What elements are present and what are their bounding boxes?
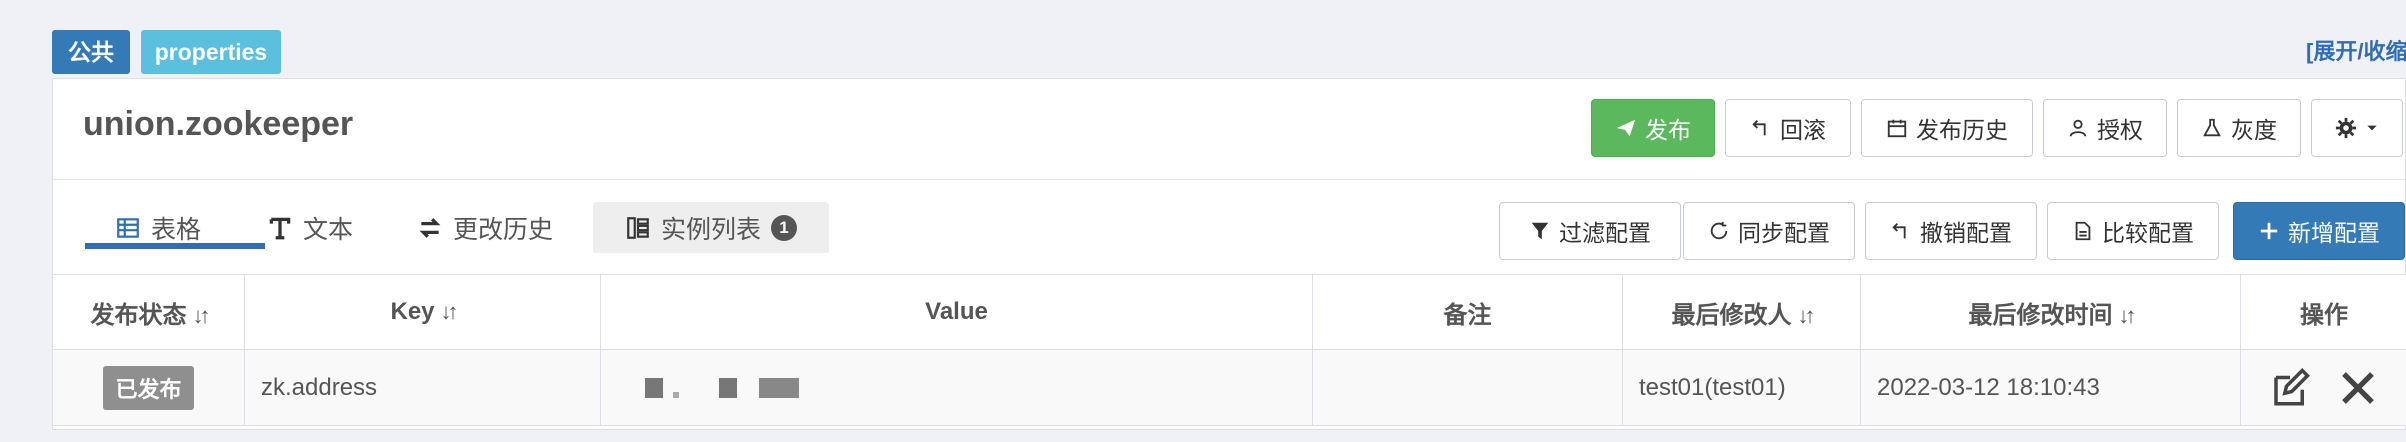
edit-icon[interactable] [2269, 367, 2311, 409]
ops-cell [2240, 349, 2406, 426]
sort-icon: ↓↑ [192, 302, 211, 328]
status-badge: 已发布 [103, 365, 194, 410]
gray-release-button[interactable]: 灰度 [2177, 99, 2301, 157]
sort-icon: ↓↑ [1797, 302, 1816, 328]
plus-icon [2260, 222, 2278, 240]
release-history-button[interactable]: 发布历史 [1861, 99, 2033, 157]
namespace-title: union.zookeeper [83, 105, 354, 143]
tab-table[interactable]: 表格 [115, 202, 201, 254]
sync-config-button[interactable]: 同步配置 [1683, 202, 1855, 260]
config-table: 发布状态 ↓↑ Key ↓↑ Value 备注 最后修改人 ↓↑ 最后修改时间 ↓↑ 操… [52, 274, 2406, 426]
flask-icon [2203, 118, 2221, 137]
sort-icon: ↓↑ [2118, 302, 2137, 328]
user-icon [2069, 119, 2087, 137]
status-cell: 已发布 [52, 349, 245, 426]
expand-collapse-link[interactable]: [展开/收缩] [2306, 34, 2406, 66]
namespace-panel-header: union.zookeeper 发布 回滚 发布历史 授权 灰度 [53, 79, 2405, 180]
compare-config-button[interactable]: 比较配置 [2047, 202, 2219, 260]
publish-button[interactable]: 发布 [1591, 99, 1715, 157]
namespace-format-tag: properties [141, 30, 281, 74]
caret-down-icon [2367, 125, 2377, 131]
tab-text[interactable]: 文本 [267, 202, 353, 254]
authorize-button[interactable]: 授权 [2043, 99, 2167, 157]
transfer-icon [419, 218, 441, 238]
comment-column-header: 备注 [1312, 274, 1623, 350]
document-icon [2075, 221, 2091, 241]
value-cell [600, 349, 1313, 426]
tab-change-history[interactable]: 更改历史 [417, 202, 553, 254]
filter-icon [1531, 222, 1549, 240]
env-tag: 公共 [52, 30, 130, 74]
settings-dropdown-button[interactable] [2311, 99, 2403, 157]
tab-instances[interactable]: 实例列表 1 [625, 202, 798, 254]
ops-column-header: 操作 [2240, 274, 2406, 350]
rollback-button[interactable]: 回滚 [1725, 99, 1851, 157]
calendar-icon [1887, 119, 1907, 138]
modified-time-column-header[interactable]: 最后修改时间 ↓↑ [1860, 274, 2241, 350]
sync-icon [1710, 221, 1728, 240]
namespace-panel: union.zookeeper 发布 回滚 发布历史 授权 灰度 表格 文本 更… [52, 78, 2406, 430]
delete-icon[interactable] [2337, 367, 2379, 409]
modified-time-cell: 2022-03-12 18:10:43 [1860, 349, 2241, 426]
undo-icon [1892, 223, 1906, 239]
add-config-button[interactable]: 新增配置 [2233, 202, 2405, 260]
modifier-cell: test01(test01) [1622, 349, 1861, 426]
table-row: 已发布 zk.address test01(test01) 2022-03-12… [52, 349, 2406, 426]
key-cell: zk.address [244, 349, 601, 426]
undo-icon [1752, 120, 1766, 136]
filter-config-button[interactable]: 过滤配置 [1499, 202, 1681, 260]
sort-icon: ↓↑ [440, 299, 459, 324]
modifier-column-header[interactable]: 最后修改人 ↓↑ [1622, 274, 1861, 350]
key-column-header[interactable]: Key ↓↑ [244, 274, 601, 350]
send-icon [1616, 119, 1636, 137]
gear-icon [2335, 117, 2357, 139]
instances-count-badge: 1 [771, 215, 798, 241]
comment-cell [1312, 349, 1623, 426]
tree-icon [627, 217, 649, 239]
table-header-row: 发布状态 ↓↑ Key ↓↑ Value 备注 最后修改人 ↓↑ 最后修改时间 ↓↑ 操… [52, 274, 2406, 350]
revoke-config-button[interactable]: 撤销配置 [1865, 202, 2037, 260]
redacted-value [617, 377, 1312, 398]
table-icon [117, 218, 139, 238]
status-column-header[interactable]: 发布状态 ↓↑ [52, 274, 245, 350]
value-column-header: Value [600, 274, 1313, 350]
text-icon [269, 217, 291, 240]
